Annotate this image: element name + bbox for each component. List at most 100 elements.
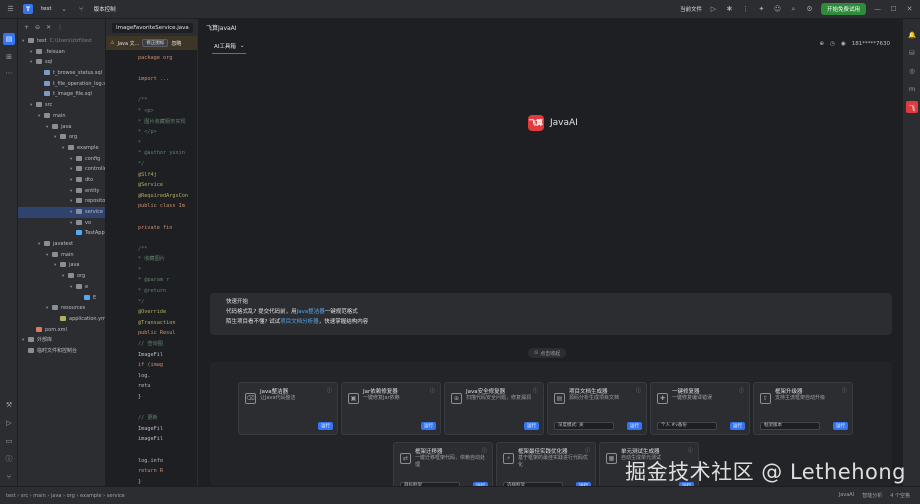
project-tool-icon[interactable]: ▤: [3, 33, 15, 45]
code-line[interactable]: [138, 445, 197, 456]
tree-item[interactable]: t_image_file.sql: [18, 89, 105, 100]
card-select[interactable]: 个人 #v备份: [657, 422, 717, 430]
feisuan-tool-icon[interactable]: 飞: [906, 101, 918, 113]
code-line[interactable]: }: [138, 477, 197, 486]
add-chat-icon[interactable]: ⊕: [820, 41, 825, 47]
hamburger-menu-icon[interactable]: ☰: [6, 5, 15, 14]
run-config-select[interactable]: 当前文件: [680, 5, 702, 13]
run-button[interactable]: 运行: [524, 422, 539, 430]
vcs-menu[interactable]: 版本控制: [94, 5, 116, 13]
doc-analyzer-link[interactable]: 项目文档分析器: [280, 319, 319, 325]
run-button[interactable]: 运行: [730, 422, 745, 430]
terminal-icon[interactable]: ▭: [3, 435, 15, 447]
ai-chat-icon[interactable]: ◎: [906, 65, 918, 77]
tool-card[interactable]: ⌫ Java整洁器 让Java代码整洁 ⓘ 运行: [238, 382, 338, 435]
code-line[interactable]: retu: [138, 381, 197, 392]
breadcrumb-item[interactable]: service: [107, 493, 125, 499]
add-icon[interactable]: +: [24, 24, 29, 31]
code-line[interactable]: [138, 212, 197, 223]
code-line[interactable]: imageFil: [138, 434, 197, 445]
fix-button[interactable]: 修正图标: [142, 39, 169, 47]
code-line[interactable]: [138, 64, 197, 75]
git-icon[interactable]: ⑂: [3, 471, 15, 483]
maximize-icon[interactable]: ☐: [889, 5, 898, 14]
tool-card[interactable]: ✚ 一键修复器 一键修复编译错误 ⓘ 运行 个人 #v备份: [650, 382, 750, 435]
tree-item[interactable]: ▾ example: [18, 143, 105, 154]
editor-tab[interactable]: ImageFavoriteService.java: [112, 22, 193, 33]
user-phone[interactable]: 181*****7630: [852, 41, 890, 47]
tree-item[interactable]: ▾ sql: [18, 57, 105, 68]
project-name[interactable]: test: [41, 6, 52, 12]
tree-item[interactable]: ▾ dto: [18, 175, 105, 186]
code-line[interactable]: @RequiredArgsCon: [138, 191, 197, 202]
info-icon[interactable]: ⓘ: [585, 447, 590, 454]
tool-card[interactable]: ▣ Jar依赖修复器 一键修复Jar依赖 ⓘ 运行: [341, 382, 441, 435]
user-avatar-icon[interactable]: ◉: [841, 41, 846, 47]
maven-icon[interactable]: m: [906, 83, 918, 95]
tree-item[interactable]: 临时文件和控制台: [18, 346, 105, 357]
minimize-icon[interactable]: —: [873, 5, 882, 14]
tree-item[interactable]: ▾ .feisuan: [18, 47, 105, 58]
status-javaai[interactable]: JavaAI: [839, 492, 854, 499]
status-analysis[interactable]: 智能分析: [862, 492, 882, 499]
code-line[interactable]: private fin: [138, 223, 197, 234]
info-icon[interactable]: ⓘ: [430, 387, 435, 394]
run-button[interactable]: 运行: [627, 422, 642, 430]
tree-item[interactable]: ▾ vo: [18, 218, 105, 229]
code-line[interactable]: * <p>: [138, 106, 197, 117]
search-icon[interactable]: ⌕: [789, 5, 798, 14]
ai-toolbox-tab[interactable]: AI工具箱: [214, 42, 236, 50]
tree-item[interactable]: ▾ 外部库: [18, 335, 105, 346]
tree-item[interactable]: ▾ e: [18, 282, 105, 293]
code-line[interactable]: return R: [138, 466, 197, 477]
code-line[interactable]: }: [138, 392, 197, 403]
problems-icon[interactable]: ⓘ: [3, 453, 15, 465]
run-tool-icon[interactable]: ▷: [3, 417, 15, 429]
code-line[interactable]: // 查询图: [138, 339, 197, 350]
code-line[interactable]: package org: [138, 53, 197, 64]
code-line[interactable]: [138, 233, 197, 244]
tree-item[interactable]: ▾controller: [18, 164, 105, 175]
tool-card[interactable]: ⇧ 框架升级器 支持主流框架自动升级 ⓘ 运行 框架版本: [753, 382, 853, 435]
status-indent[interactable]: 4 个空格: [890, 492, 910, 499]
breadcrumb-item[interactable]: org: [67, 493, 75, 499]
code-line[interactable]: *: [138, 138, 197, 149]
info-icon[interactable]: ⓘ: [842, 387, 847, 394]
breadcrumb-item[interactable]: java: [51, 493, 61, 499]
more-icon[interactable]: ⋮: [741, 5, 750, 14]
run-button[interactable]: 运行: [318, 422, 333, 430]
tree-item[interactable]: t_browse_status.sql: [18, 68, 105, 79]
code-line[interactable]: import ...: [138, 74, 197, 85]
tree-item[interactable]: TestApplication: [18, 228, 105, 239]
code-line[interactable]: [138, 403, 197, 414]
code-line[interactable]: @Service: [138, 180, 197, 191]
ignore-link[interactable]: 忽略: [171, 40, 181, 47]
code-line[interactable]: * </p>: [138, 127, 197, 138]
code-line[interactable]: * 图片收藏服务实现: [138, 117, 197, 128]
code-line[interactable]: *: [138, 265, 197, 276]
tree-item[interactable]: ▾ config: [18, 154, 105, 165]
tree-item[interactable]: ▾ org: [18, 271, 105, 282]
tree-item[interactable]: pom.xml: [18, 325, 105, 336]
breadcrumb-item[interactable]: example: [80, 493, 102, 499]
run-icon[interactable]: ▷: [709, 5, 718, 14]
code-line[interactable]: public class Im: [138, 201, 197, 212]
code-line[interactable]: * @author yuxin: [138, 148, 197, 159]
code-line[interactable]: * 收藏图片: [138, 254, 197, 265]
more-icon[interactable]: ⋮: [57, 24, 63, 31]
chevron-down-icon[interactable]: ⌄: [240, 43, 245, 49]
person-icon[interactable]: ☺: [773, 5, 782, 14]
code-line[interactable]: */: [138, 297, 197, 308]
code-line[interactable]: @Transaction: [138, 318, 197, 329]
info-icon[interactable]: ⓘ: [327, 387, 332, 394]
project-badge[interactable]: T: [23, 4, 33, 14]
breadcrumb-item[interactable]: main: [33, 493, 46, 499]
code-line[interactable]: // 更新: [138, 413, 197, 424]
code-line[interactable]: public Resul: [138, 328, 197, 339]
run-button[interactable]: 运行: [421, 422, 436, 430]
code-line[interactable]: log.info: [138, 456, 197, 467]
code-area[interactable]: package org import ... /** * <p> * 图片收藏服务实…: [138, 53, 197, 486]
tree-item[interactable]: ▾ java: [18, 122, 105, 133]
info-icon[interactable]: ⓘ: [636, 387, 641, 394]
tool-card[interactable]: ▤ 项目文档生成器 源码分析生成项目文档 ⓘ 运行 深度模式: 关: [547, 382, 647, 435]
